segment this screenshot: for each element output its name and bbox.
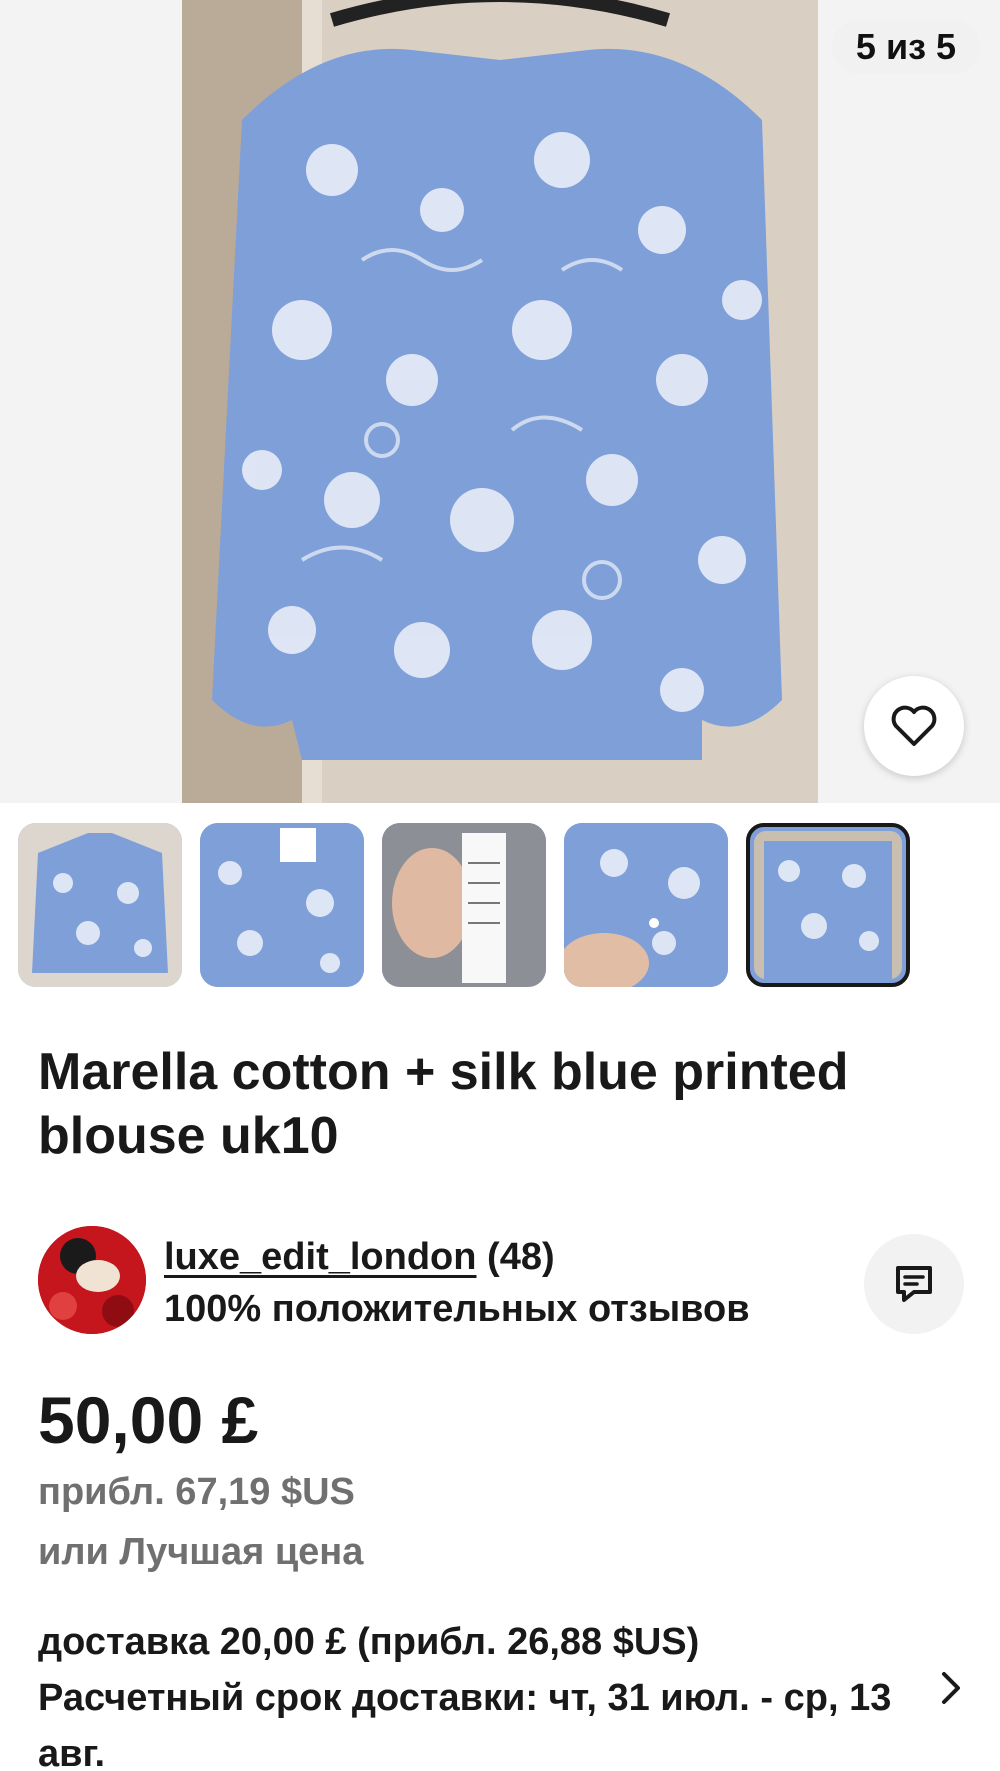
price-approx: прибл. 67,19 $US	[38, 1471, 355, 1513]
seller-avatar[interactable]	[38, 1226, 146, 1334]
best-offer-label: или Лучшая цена	[38, 1531, 364, 1573]
listing-title: Marella cotton + silk blue printed blous…	[38, 1043, 849, 1165]
thumbnail-image	[754, 831, 902, 979]
thumbnail-image	[18, 823, 182, 987]
thumbnail-5-selected[interactable]	[746, 823, 910, 987]
product-photo[interactable]	[182, 0, 818, 803]
thumbnail-2[interactable]	[200, 823, 364, 987]
shipping-cost: доставка 20,00 £ (прибл. 26,88 $US)	[38, 1621, 700, 1663]
thumbnail-strip	[18, 823, 910, 987]
thumbnail-image	[564, 823, 728, 987]
thumbnail-1[interactable]	[18, 823, 182, 987]
chevron-right-icon[interactable]	[936, 1668, 966, 1708]
thumbnail-4[interactable]	[564, 823, 728, 987]
chat-bubble-icon	[896, 1266, 932, 1302]
thumbnail-3[interactable]	[382, 823, 546, 987]
image-counter: 5 из 5	[831, 20, 980, 74]
contact-seller-button[interactable]	[864, 1234, 964, 1334]
thumbnail-image	[382, 823, 546, 987]
avatar-image	[38, 1226, 146, 1334]
blouse-back-photo	[182, 0, 818, 803]
item-price: 50,00 £	[38, 1383, 259, 1457]
thumbnail-image	[200, 823, 364, 987]
seller-card: luxe_edit_london (48) 100% положительных…	[38, 1226, 968, 1336]
add-to-watchlist-button[interactable]	[864, 676, 964, 776]
shipping-info-row[interactable]: доставка 20,00 £ (прибл. 26,88 $US) Расч…	[38, 1614, 918, 1771]
seller-rating-count: (48)	[487, 1236, 555, 1278]
heart-outline-icon	[891, 705, 937, 746]
delivery-estimate: Расчетный срок доставки: чт, 31 июл. - с…	[38, 1677, 892, 1771]
seller-name-link[interactable]: luxe_edit_london	[164, 1236, 476, 1278]
seller-name-row: luxe_edit_london (48)	[164, 1234, 555, 1280]
product-image-viewer[interactable]: 5 из 5	[0, 0, 1000, 803]
seller-feedback: 100% положительных отзывов	[164, 1288, 750, 1330]
